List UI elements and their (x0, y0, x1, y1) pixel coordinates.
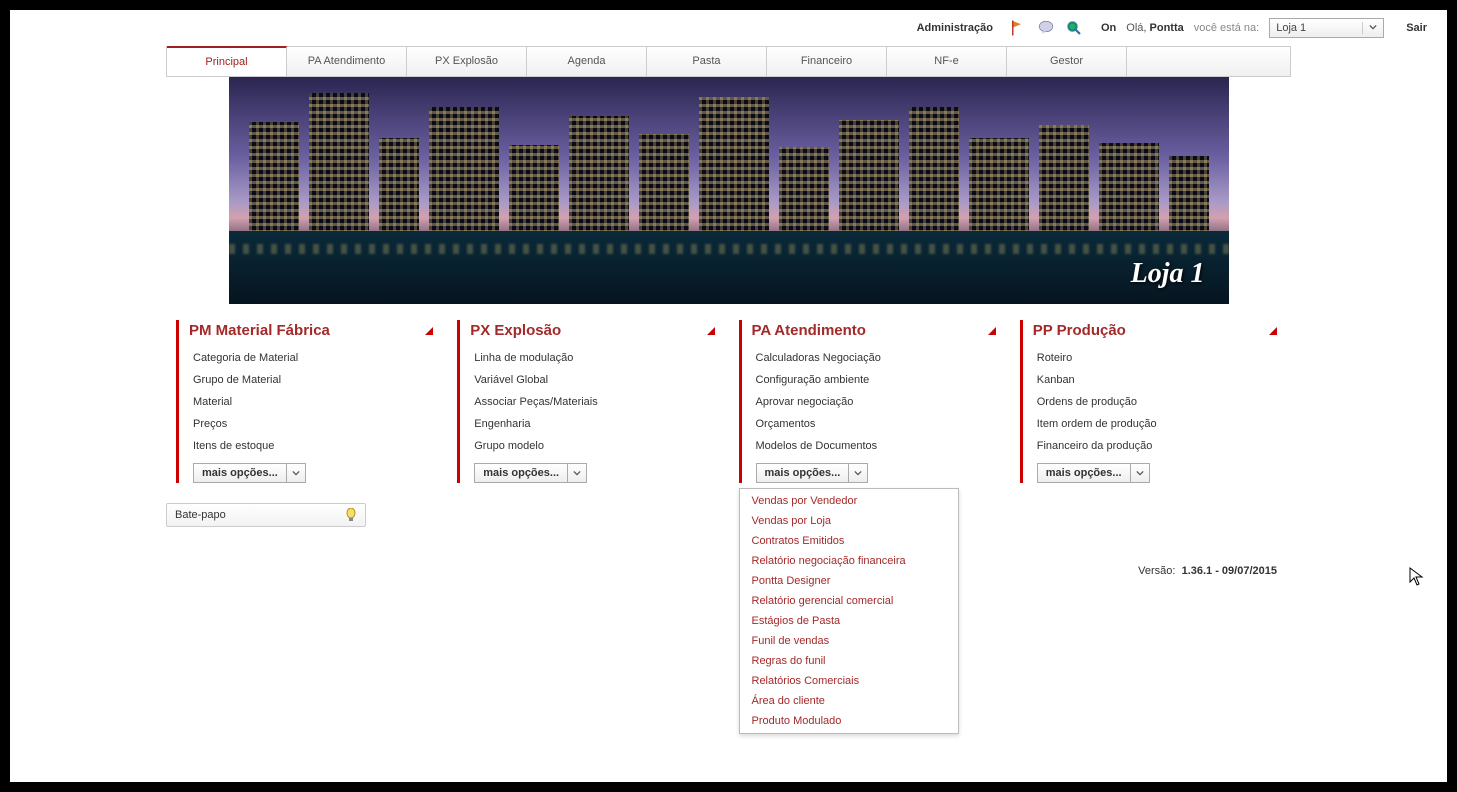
more-options-button[interactable]: mais opções... (474, 463, 587, 483)
tab-px-explosão[interactable]: PX Explosão (407, 47, 527, 76)
card-pm-material-fábrica: PM Material FábricaCategoria de Material… (166, 320, 447, 493)
admin-link[interactable]: Administração (917, 22, 993, 34)
tab-pa-atendimento[interactable]: PA Atendimento (287, 47, 407, 76)
chat-label: Bate-papo (175, 509, 226, 521)
card-title[interactable]: PP Produção (1033, 320, 1277, 347)
dropdown-item[interactable]: Vendas por Vendedor (740, 491, 958, 511)
card-link[interactable]: Grupo modelo (470, 435, 714, 457)
card-link[interactable]: Modelos de Documentos (752, 435, 996, 457)
card-link[interactable]: Configuração ambiente (752, 369, 996, 391)
chevron-down-icon (567, 464, 586, 482)
card-title[interactable]: PM Material Fábrica (189, 320, 433, 347)
card-link[interactable]: Ordens de produção (1033, 391, 1277, 413)
tab-financeiro[interactable]: Financeiro (767, 47, 887, 76)
chevron-down-icon (286, 464, 305, 482)
chevron-down-icon (1362, 22, 1377, 34)
card-link[interactable]: Calculadoras Negociação (752, 347, 996, 369)
collapse-triangle-icon (707, 327, 715, 335)
more-options-button[interactable]: mais opções... (756, 463, 869, 483)
card-link[interactable]: Categoria de Material (189, 347, 433, 369)
card-link[interactable]: Grupo de Material (189, 369, 433, 391)
dropdown-item[interactable]: Funil de vendas (740, 631, 958, 651)
version-info: Versão: 1.36.1 - 09/07/2015 (1138, 565, 1277, 577)
card-link[interactable]: Material (189, 391, 433, 413)
bulb-icon (345, 508, 357, 522)
tab-gestor[interactable]: Gestor (1007, 47, 1127, 76)
banner-image: Loja 1 (229, 77, 1229, 304)
cursor-icon (1409, 567, 1425, 592)
dropdown-item[interactable]: Vendas por Loja (740, 511, 958, 531)
tab-agenda[interactable]: Agenda (527, 47, 647, 76)
dropdown-item[interactable]: Área do cliente (740, 691, 958, 711)
card-link[interactable]: Roteiro (1033, 347, 1277, 369)
more-options-button[interactable]: mais opções... (1037, 463, 1150, 483)
chevron-down-icon (1130, 464, 1149, 482)
dropdown-item[interactable]: Estágios de Pasta (740, 611, 958, 631)
online-status: On (1101, 22, 1116, 34)
topbar: Administração On Olá, Pontta você está n… (10, 10, 1447, 46)
tab-nf-e[interactable]: NF-e (887, 47, 1007, 76)
dropdown-item[interactable]: Relatórios Comerciais (740, 671, 958, 691)
card-link[interactable]: Engenharia (470, 413, 714, 435)
card-link[interactable]: Item ordem de produção (1033, 413, 1277, 435)
card-link[interactable]: Itens de estoque (189, 435, 433, 457)
card-pp-produção: PP ProduçãoRoteiroKanbanOrdens de produç… (1010, 320, 1291, 493)
card-link[interactable]: Linha de modulação (470, 347, 714, 369)
dropdown-item[interactable]: Regras do funil (740, 651, 958, 671)
more-options-dropdown: Vendas por VendedorVendas por LojaContra… (739, 488, 959, 734)
banner-store-label: Loja 1 (1131, 258, 1205, 290)
dropdown-item[interactable]: Relatório gerencial comercial (740, 591, 958, 611)
card-link[interactable]: Kanban (1033, 369, 1277, 391)
store-select[interactable]: Loja 1 (1269, 18, 1384, 38)
chevron-down-icon (848, 464, 867, 482)
card-link[interactable]: Associar Peças/Materiais (470, 391, 714, 413)
flag-icon[interactable] (1009, 19, 1027, 37)
collapse-triangle-icon (988, 327, 996, 335)
tab-principal[interactable]: Principal (167, 46, 287, 76)
dropdown-item[interactable]: Produto Modulado (740, 711, 958, 731)
card-link[interactable]: Orçamentos (752, 413, 996, 435)
card-title[interactable]: PA Atendimento (752, 320, 996, 347)
card-link[interactable]: Aprovar negociação (752, 391, 996, 413)
card-title[interactable]: PX Explosão (470, 320, 714, 347)
dropdown-item[interactable]: Relatório negociação financeira (740, 551, 958, 571)
chat-bubble-icon[interactable] (1037, 19, 1055, 37)
card-link[interactable]: Financeiro da produção (1033, 435, 1277, 457)
store-select-value: Loja 1 (1276, 22, 1306, 34)
logout-link[interactable]: Sair (1406, 22, 1427, 34)
card-px-explosão: PX ExplosãoLinha de modulaçãoVariável Gl… (447, 320, 728, 493)
collapse-triangle-icon (1269, 327, 1277, 335)
module-cards: PM Material FábricaCategoria de Material… (166, 320, 1291, 493)
card-link[interactable]: Preços (189, 413, 433, 435)
tab-pasta[interactable]: Pasta (647, 47, 767, 76)
main-tabs: PrincipalPA AtendimentoPX ExplosãoAgenda… (166, 46, 1291, 77)
greeting: Olá, Pontta (1126, 22, 1183, 34)
chat-bar[interactable]: Bate-papo (166, 503, 366, 527)
collapse-triangle-icon (425, 327, 433, 335)
card-link[interactable]: Variável Global (470, 369, 714, 391)
more-options-button[interactable]: mais opções... (193, 463, 306, 483)
search-globe-icon[interactable] (1065, 19, 1083, 37)
dropdown-item[interactable]: Contratos Emitidos (740, 531, 958, 551)
location-label: você está na: (1194, 22, 1259, 34)
dropdown-item[interactable]: Pontta Designer (740, 571, 958, 591)
card-pa-atendimento: PA AtendimentoCalculadoras NegociaçãoCon… (729, 320, 1010, 493)
